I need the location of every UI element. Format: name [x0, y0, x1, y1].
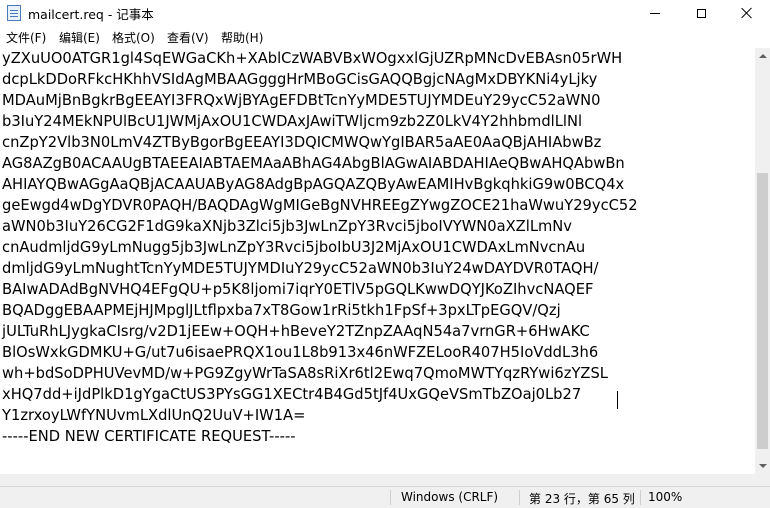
scroll-up-arrow-icon — [758, 54, 767, 58]
scroll-up-button[interactable] — [755, 48, 770, 64]
text-line: geEwgd4wDgYDVR0PAQH/BAQDAgWgMIGeBgNVHREE… — [2, 197, 638, 214]
menu-help[interactable]: 帮助(H) — [220, 29, 264, 46]
text-line: cnAudmljdG9yLmNugg5jb3JwLnZpY3Rvci5jboIb… — [2, 239, 586, 256]
scroll-down-button[interactable] — [755, 458, 770, 474]
horizontal-scrollbar[interactable] — [0, 474, 755, 486]
text-line: aWN0b3IuY26CG2F1dG9kaXNjb3Zlci5jb3JwLnZp… — [2, 218, 572, 235]
text-line: BQADggEBAAPMEjHJMpglJLtflpxba7xT8Gow1rRi… — [2, 302, 561, 319]
vertical-scrollbar[interactable] — [755, 48, 770, 474]
status-encoding: Windows (CRLF) — [401, 490, 499, 504]
vertical-scroll-thumb[interactable] — [757, 173, 768, 449]
window-title: mailcert.req - 记事本 — [28, 7, 154, 22]
menu-view[interactable]: 查看(V) — [166, 29, 210, 46]
status-zoom: 100% — [648, 490, 683, 504]
text-line: BAIwADAdBgNVHQ4EFgQU+p5K8ljomi7iqrY0ETlV… — [2, 281, 594, 298]
scrollbar-corner — [755, 474, 770, 486]
menu-file[interactable]: 文件(F) — [5, 29, 47, 46]
text-editor[interactable]: yZXuUO0ATGR1gl4SqEWGaCKh+XAblCzWABVBxWOg… — [0, 48, 755, 474]
menu-bar: 文件(F) 编辑(E) 格式(O) 查看(V) 帮助(H) — [0, 27, 770, 47]
close-icon — [741, 7, 753, 19]
status-bar: Windows (CRLF) 第 23 行，第 65 列 100% — [0, 486, 770, 508]
text-line: dmljdG9yLmNughtTcnYyMDE5TUJYMDIuY29ycC52… — [2, 260, 599, 277]
close-button[interactable] — [724, 0, 770, 26]
text-line: AHIAYQBwAGgAaQBjACAAUAByAG8AdgBpAGQAZQBy… — [2, 176, 625, 193]
text-line: dcpLkDDoRFkcHKhhVSIdAgMBAAGgggHrMBoGCisG… — [2, 71, 598, 88]
status-separator — [390, 490, 391, 505]
status-cursor-position: 第 23 行，第 65 列 — [529, 492, 635, 506]
notepad-icon — [7, 5, 21, 21]
text-line: xHQ7dd+iJdPlkD1gYgaCtUS3PYsGG1XECtr4B4Gd… — [2, 386, 582, 403]
menu-format[interactable]: 格式(O) — [111, 29, 156, 46]
text-line: jULTuRhLJygkaCIsrg/v2D1jEEw+OQH+hBeveY2T… — [2, 323, 590, 340]
text-line: wh+bdSoDPHUVevMD/w+PG9ZgyWrTaSA8sRiXr6tl… — [2, 365, 608, 382]
minimize-button[interactable] — [632, 0, 678, 26]
text-line: cnZpY2Vlb3N0LmV4ZTByBgorBgEEAYI3DQICMWQw… — [2, 134, 602, 151]
maximize-button[interactable] — [678, 0, 724, 26]
minimize-icon — [650, 12, 660, 14]
text-line: b3IuY24MEkNPUlBcU1JWMjAxOU1CWDAxJAwiTWlj… — [2, 113, 583, 130]
text-line: MDAuMjBnBgkrBgEEAYI3FRQxWjBYAgEFDBtTcnYy… — [2, 92, 601, 109]
status-separator — [640, 490, 641, 505]
scroll-down-arrow-icon — [758, 464, 767, 468]
text-caret — [617, 391, 618, 409]
text-line: BlOsWxkGDMKU+G/ut7u6isaePRQX1ou1L8b913x4… — [2, 344, 599, 361]
text-line: -----END NEW CERTIFICATE REQUEST----- — [2, 428, 296, 445]
menu-edit[interactable]: 编辑(E) — [58, 29, 101, 46]
text-line: Y1zrxoyLWfYNUvmLXdlUnQ2UuV+IW1A= — [2, 407, 306, 424]
status-separator — [519, 490, 520, 505]
title-bar[interactable]: mailcert.req - 记事本 — [0, 0, 770, 26]
text-line: AG8AZgB0ACAAUgBTAEEAIABTAEMAaABhAG4AbgBl… — [2, 155, 625, 172]
text-line: yZXuUO0ATGR1gl4SqEWGaCKh+XAblCzWABVBxWOg… — [2, 50, 623, 67]
maximize-icon — [696, 8, 706, 18]
